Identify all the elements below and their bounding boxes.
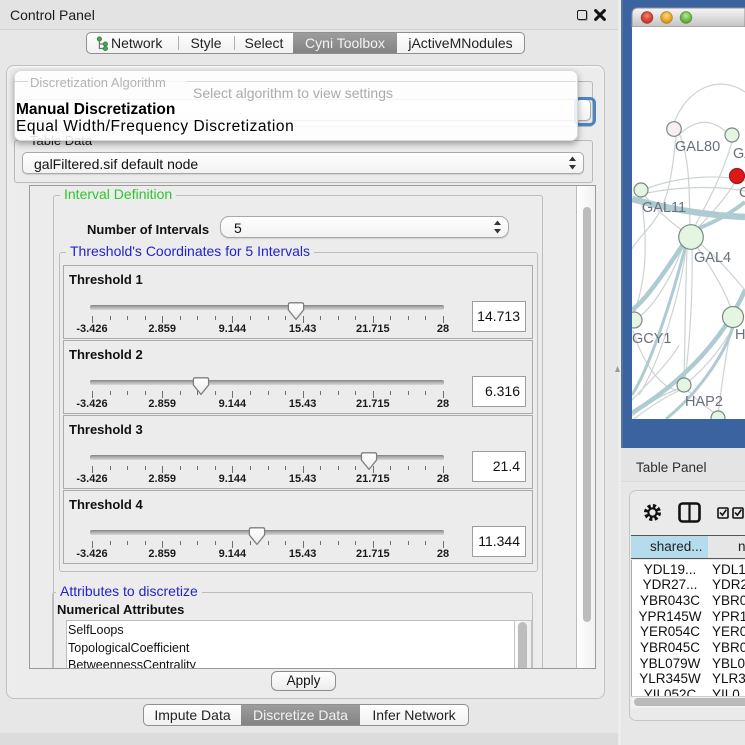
- svg-text:GCY1: GCY1: [632, 331, 672, 347]
- svg-text:HAP2: HAP2: [685, 394, 723, 410]
- svg-text:GAL4: GAL4: [694, 250, 731, 266]
- svg-text:C: C: [739, 185, 745, 201]
- svg-text:GAL80: GAL80: [675, 139, 720, 155]
- svg-text:H: H: [735, 327, 745, 343]
- svg-text:GA: GA: [733, 146, 745, 162]
- svg-text:GAL11: GAL11: [642, 200, 686, 216]
